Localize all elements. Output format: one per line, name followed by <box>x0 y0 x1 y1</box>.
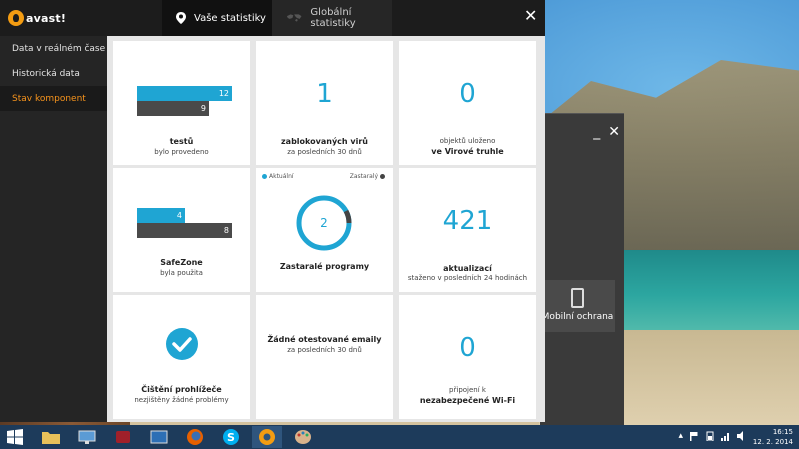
card-title: aktualizací <box>443 264 492 273</box>
clock-time[interactable]: 16:15 <box>753 427 793 437</box>
card-title: ve Virové truhle <box>431 147 504 156</box>
signal-icon[interactable] <box>721 431 731 441</box>
taskbar: S 16:15 12. 2. 2014 ▴ <box>0 425 799 449</box>
show-hidden-icons-icon[interactable]: ▴ <box>678 431 683 441</box>
tab-your-statistics[interactable]: Vaše statistiky <box>162 0 272 36</box>
programs-legend: Aktuální Zastaralý <box>262 173 387 180</box>
card-title: Zastaralé programy <box>279 262 370 271</box>
card-subtitle: objektů uloženo <box>439 137 496 145</box>
close-button[interactable]: ✕ <box>524 6 537 25</box>
safezone-bar-chart: 4 8 <box>137 208 232 238</box>
avast-logo-icon <box>8 10 24 26</box>
card-subtitle: za posledních 30 dnů <box>287 148 362 156</box>
card-subtitle: připojení k <box>449 386 486 394</box>
volume-icon[interactable] <box>737 431 747 441</box>
card-outdated-programs[interactable]: Aktuální Zastaralý 2 Zastaralé programy <box>256 168 393 292</box>
skype-taskbar-icon[interactable]: S <box>216 426 246 448</box>
stat-value: 421 <box>442 206 493 236</box>
sidebar-item-realtime[interactable]: Data v reálném čase <box>0 36 107 61</box>
skype-icon: S <box>223 429 239 445</box>
stat-value: 0 <box>459 333 476 363</box>
monitor-icon <box>78 430 96 444</box>
sidebar: Data v reálném čase Historická data Stav… <box>0 36 107 422</box>
window-icon <box>150 430 168 444</box>
minimize-button[interactable]: _ <box>593 124 600 140</box>
world-map-icon <box>286 14 302 22</box>
card-title: Čištění prohlížeče <box>141 385 222 394</box>
card-title: zablokovaných virů <box>281 137 368 146</box>
file-explorer-taskbar-icon[interactable] <box>36 426 66 448</box>
system-tray: 16:15 12. 2. 2014 <box>753 427 793 447</box>
card-title: testů <box>169 137 194 146</box>
folder-icon <box>42 432 60 444</box>
network-taskbar-icon[interactable] <box>72 426 102 448</box>
card-updates: 421 aktualizací staženo v posledních 24 … <box>399 168 536 292</box>
stat-value: 1 <box>316 79 333 109</box>
card-tests: 12 9 testů bylo provedeno <box>113 41 250 165</box>
bar-current: 12 <box>137 86 232 101</box>
card-safezone: 4 8 SafeZone byla použita <box>113 168 250 292</box>
card-title: SafeZone <box>160 258 203 267</box>
sidebar-item-history[interactable]: Historická data <box>0 61 107 86</box>
bar-previous: 9 <box>137 101 209 116</box>
palette-icon <box>295 430 311 444</box>
card-title: nezabezpečené Wi-Fi <box>419 396 516 405</box>
avast-logo: avast! <box>8 9 68 27</box>
windows-logo-icon <box>7 429 23 445</box>
firefox-icon <box>187 429 203 445</box>
card-subtitle: za posledních 30 dnů <box>287 346 362 354</box>
window-taskbar-icon[interactable] <box>144 426 174 448</box>
svg-text:S: S <box>227 431 235 444</box>
red-app-icon <box>116 431 130 443</box>
bar-current: 4 <box>137 208 185 223</box>
tab-global-statistics[interactable]: Globální statistiky <box>272 0 392 36</box>
firefox-taskbar-icon[interactable] <box>180 426 210 448</box>
stat-value: 0 <box>459 79 476 109</box>
location-pin-icon <box>176 12 186 24</box>
card-emails: Žádné otestované emaily za posledních 30… <box>256 295 393 419</box>
avast-icon <box>259 429 275 445</box>
battery-icon[interactable] <box>705 431 715 441</box>
sidebar-item-components[interactable]: Stav komponent <box>0 86 107 111</box>
ring-value: 2 <box>320 216 328 230</box>
flag-icon[interactable] <box>689 431 699 441</box>
avast-taskbar-icon[interactable] <box>252 426 282 448</box>
clock-date[interactable]: 12. 2. 2014 <box>753 437 793 447</box>
card-title: Žádné otestované emaily <box>267 335 382 344</box>
titlebar: avast! Vaše statistiky Globální statisti… <box>0 0 545 36</box>
card-subtitle: staženo v posledních 24 hodinách <box>407 274 528 282</box>
avast-statistics-window: avast! Vaše statistiky Globální statisti… <box>0 0 545 422</box>
start-button[interactable] <box>0 426 30 448</box>
outdated-programs-ring: 2 <box>296 195 352 251</box>
checkmark-icon <box>166 328 198 360</box>
card-wifi: 0 připojení k nezabezpečené Wi-Fi <box>399 295 536 419</box>
card-subtitle: byla použita <box>160 269 203 277</box>
legend-current: Aktuální <box>262 173 294 180</box>
phone-icon <box>571 288 584 308</box>
card-subtitle: bylo provedeno <box>154 148 209 156</box>
app-taskbar-icon[interactable] <box>108 426 138 448</box>
tests-bar-chart: 12 9 <box>137 86 232 116</box>
card-virus-chest: 0 objektů uloženo ve Virové truhle <box>399 41 536 165</box>
mobile-protection-label: Mobilní ochrana <box>541 312 614 322</box>
card-browser-cleanup[interactable]: Čištění prohlížeče nezjištěny žádné prob… <box>113 295 250 419</box>
mobile-protection-tile[interactable]: Mobilní ochrana <box>540 280 615 332</box>
close-button[interactable]: ✕ <box>608 124 620 140</box>
card-blocked-viruses: 1 zablokovaných virů za posledních 30 dn… <box>256 41 393 165</box>
legend-outdated: Zastaralý <box>350 173 387 180</box>
card-subtitle: nezjištěny žádné problémy <box>134 396 229 404</box>
bar-previous: 8 <box>137 223 232 238</box>
paint-taskbar-icon[interactable] <box>288 426 318 448</box>
stats-grid: 12 9 testů bylo provedeno 1 zablokovanýc… <box>107 36 545 422</box>
tray-icons: ▴ <box>678 431 747 441</box>
